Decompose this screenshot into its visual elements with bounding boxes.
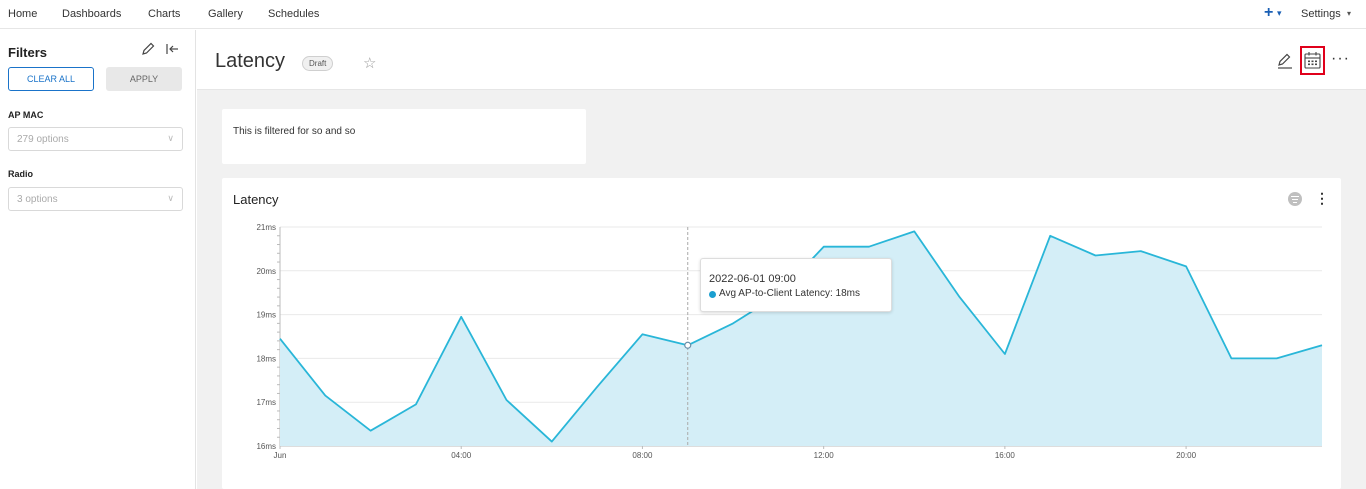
- dashboard-main: Latency Draft ☆ ··· This is filtered for…: [197, 30, 1366, 489]
- x-tick-label: 16:00: [995, 451, 1016, 460]
- latency-chart-card: Latency ⋮ 16ms 17ms 18ms 19ms 20ms 21ms Jun 04:…: [222, 178, 1341, 489]
- x-tick-label: 08:00: [632, 451, 653, 460]
- edit-icon[interactable]: [1277, 52, 1293, 70]
- text-card-content: This is filtered for so and so: [233, 126, 356, 137]
- schedule-calendar-button[interactable]: [1300, 46, 1325, 75]
- add-caret-icon[interactable]: ▾: [1277, 8, 1282, 19]
- radio-select[interactable]: 3 options ∨: [8, 187, 183, 211]
- top-nav: Home Dashboards Charts Gallery Schedules…: [0, 0, 1366, 29]
- series-color-dot: [709, 291, 716, 298]
- filters-sidebar: Filters CLEAR ALL APPLY AP MAC 279 optio…: [0, 30, 196, 489]
- chart-tooltip: 2022-06-01 09:00 Avg AP-to-Client Latenc…: [700, 258, 892, 312]
- ap-mac-select[interactable]: 279 options ∨: [8, 127, 183, 151]
- nav-dashboards[interactable]: Dashboards: [62, 8, 121, 20]
- latency-area-chart: 16ms 17ms 18ms 19ms 20ms 21ms Jun 04:00 08:00 12:…: [256, 223, 1323, 460]
- nav-charts[interactable]: Charts: [148, 8, 180, 20]
- text-card: This is filtered for so and so: [222, 109, 586, 164]
- edit-filters-icon[interactable]: [140, 41, 156, 57]
- y-tick-label: 21ms: [256, 223, 276, 232]
- nav-schedules[interactable]: Schedules: [268, 8, 319, 20]
- y-tick-label: 16ms: [256, 442, 276, 451]
- dashboard-header: Latency Draft ☆ ···: [197, 30, 1366, 90]
- y-tick-label: 20ms: [256, 267, 276, 276]
- y-tick-label: 19ms: [256, 311, 276, 320]
- x-tick-label: 12:00: [814, 451, 835, 460]
- radio-placeholder: 3 options: [17, 194, 58, 205]
- y-tick-label: 17ms: [256, 398, 276, 407]
- star-icon[interactable]: ☆: [363, 54, 376, 72]
- x-tick-label: Jun: [274, 451, 287, 460]
- filter-label-ap-mac: AP MAC: [8, 110, 44, 120]
- filters-title: Filters: [8, 45, 48, 60]
- chevron-down-icon: ∨: [167, 133, 174, 143]
- nav-home[interactable]: Home: [8, 8, 37, 20]
- x-tick-label: 04:00: [451, 451, 472, 460]
- ap-mac-placeholder: 279 options: [17, 134, 69, 145]
- tooltip-date: 2022-06-01 09:00: [709, 273, 796, 285]
- calendar-icon: [1304, 52, 1321, 69]
- status-badge: Draft: [302, 56, 334, 71]
- page-title: Latency: [215, 50, 286, 72]
- hover-point: [684, 341, 692, 349]
- chevron-down-icon: ∨: [167, 193, 174, 203]
- filter-label-radio: Radio: [8, 169, 34, 179]
- nav-gallery[interactable]: Gallery: [208, 8, 243, 20]
- more-options-icon[interactable]: ···: [1331, 50, 1350, 68]
- clear-all-button[interactable]: CLEAR ALL: [8, 67, 94, 91]
- apply-button[interactable]: APPLY: [106, 67, 182, 91]
- settings-caret-icon[interactable]: ▾: [1347, 9, 1351, 18]
- y-tick-label: 18ms: [256, 354, 276, 363]
- x-tick-label: 20:00: [1176, 451, 1197, 460]
- tooltip-value: Avg AP-to-Client Latency: 18ms: [719, 288, 860, 299]
- add-icon[interactable]: +: [1264, 4, 1273, 22]
- collapse-sidebar-icon[interactable]: [164, 41, 180, 57]
- settings-menu[interactable]: Settings: [1301, 8, 1341, 20]
